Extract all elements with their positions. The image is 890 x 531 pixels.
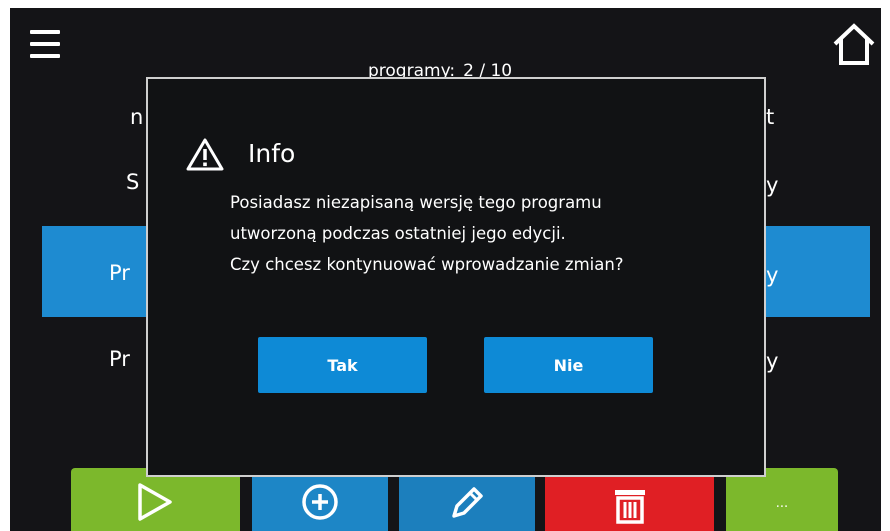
list-item-fragment: y [766, 173, 779, 197]
edit-program-button[interactable] [399, 468, 535, 531]
list-item-fragment: y [766, 263, 779, 287]
trash-icon [615, 490, 645, 524]
more-options-button[interactable]: ... [726, 468, 838, 531]
list-item-fragment: S [126, 170, 140, 194]
list-item-fragment: t [766, 105, 775, 129]
info-dialog: Info Posiadasz niezapisaną wersję tego p… [146, 77, 766, 477]
add-circle-icon [302, 484, 338, 520]
list-item-fragment: n [130, 105, 144, 129]
pencil-icon [452, 487, 483, 518]
play-icon [138, 483, 172, 521]
no-button[interactable]: Nie [484, 337, 653, 393]
hamburger-menu-icon[interactable] [30, 29, 60, 59]
dialog-message-line: utworzoną podczas ostatniej jego edycji. [230, 224, 566, 243]
list-item-fragment: Pr [109, 261, 130, 285]
add-program-button[interactable] [252, 468, 388, 531]
delete-program-button[interactable] [545, 468, 714, 531]
list-item-fragment: Pr [109, 347, 130, 371]
list-item-fragment: y [766, 349, 779, 373]
yes-button[interactable]: Tak [258, 337, 427, 393]
dialog-title: Info [248, 139, 296, 168]
dialog-message-line: Posiadasz niezapisaną wersję tego progra… [230, 193, 602, 212]
home-icon[interactable] [831, 21, 877, 67]
dialog-message-line: Czy chcesz kontynuować wprowadzanie zmia… [230, 255, 624, 274]
dialog-message: Posiadasz niezapisaną wersję tego progra… [230, 187, 624, 280]
play-button[interactable] [71, 468, 240, 531]
device-screen: programy: 2 / 10 n S Pr Pr t y y y ... I… [10, 8, 881, 531]
warning-icon [186, 138, 224, 171]
more-label: ... [775, 496, 789, 511]
